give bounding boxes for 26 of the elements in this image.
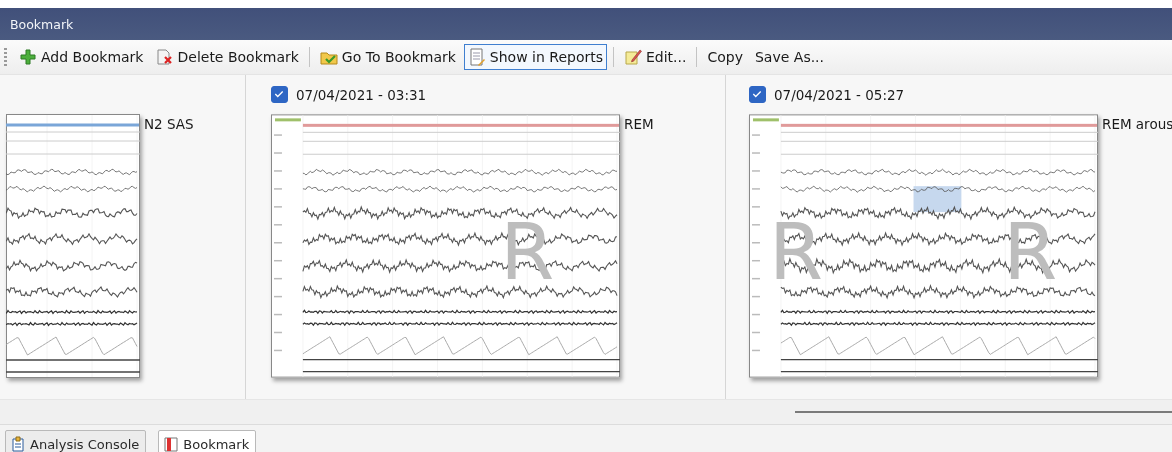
bookmark-label: N2 SAS (144, 116, 194, 132)
horizontal-scrollbar[interactable] (0, 400, 1172, 424)
book-icon (163, 436, 180, 452)
toolbar-button[interactable]: Save As... (751, 44, 829, 70)
toolbar-button[interactable]: Go To Bookmark (315, 44, 460, 70)
clipboard-icon (10, 436, 26, 452)
bookmark-label: REM (624, 116, 654, 132)
panel-tab[interactable]: Bookmark (158, 430, 257, 452)
toolbar-button[interactable]: Add Bookmark (15, 44, 148, 70)
toolbar-grip[interactable] (4, 48, 7, 66)
plus-icon (19, 48, 37, 66)
toolbar-button[interactable]: Copy (703, 44, 747, 70)
bookmark-date: 07/04/2021 - 05:27 (774, 86, 905, 103)
report-icon (467, 48, 486, 66)
toolbar-button[interactable]: Show in Reports (463, 44, 607, 70)
toolbar-button[interactable]: Delete Bookmark (151, 44, 303, 70)
panel-title: Bookmark (10, 16, 74, 32)
checkbox[interactable] (749, 86, 766, 103)
bookmark-date: 07/04/2021 - 03:31 (296, 86, 427, 103)
scroll-thumb[interactable] (795, 411, 1172, 413)
bookmark-label: REM arous (1102, 116, 1172, 132)
note-pencil-icon (624, 48, 642, 66)
document-delete-icon (155, 48, 174, 66)
toolbar-button[interactable]: Edit... (620, 44, 691, 70)
panel-tab[interactable]: Analysis Console (5, 430, 147, 452)
checkbox[interactable] (271, 86, 288, 103)
